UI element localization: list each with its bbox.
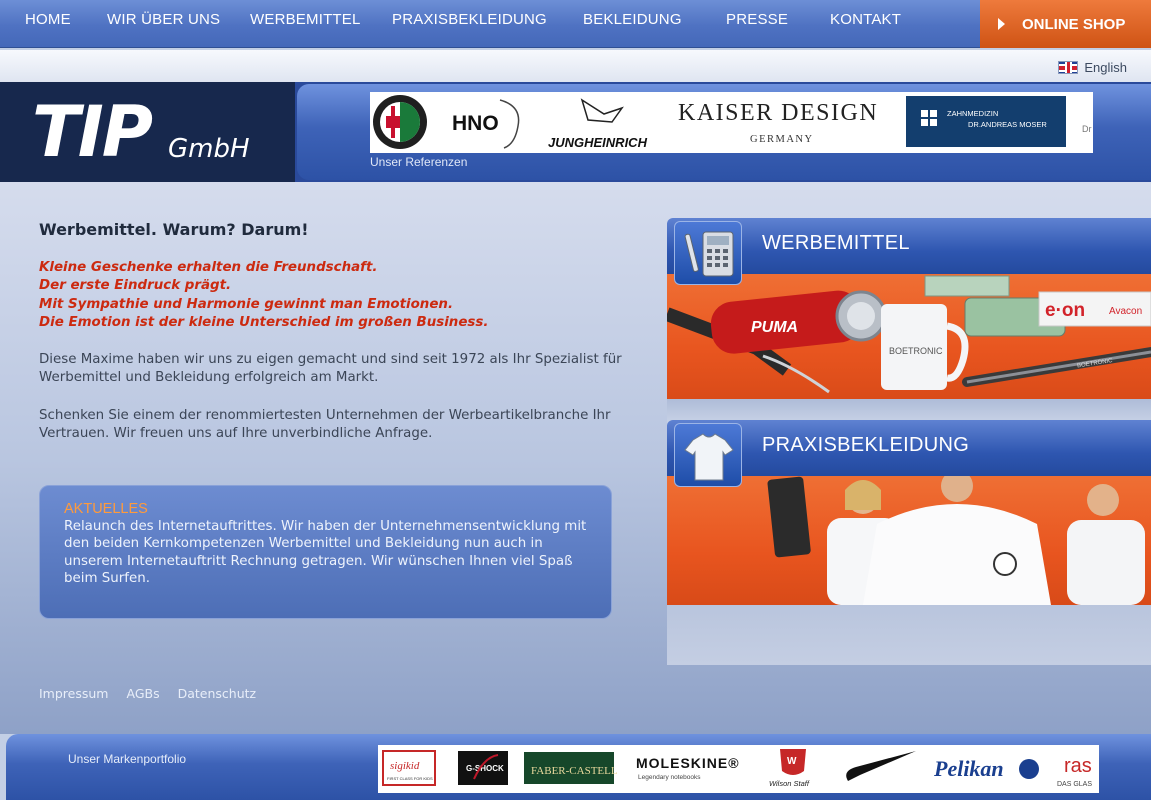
- kaiser-design-logo: KAISER DESIGN GERMANY: [678, 100, 878, 145]
- main-navigation: HOME WIR ÜBER UNS WERBEMITTEL PRAXISBEKL…: [0, 0, 1151, 48]
- maxims-block: Kleine Geschenke erhalten die Freundscha…: [39, 259, 629, 332]
- werbemittel-teaser[interactable]: WERBEMITTEL PUMA BOETRONIC e·on Avacon B…: [667, 218, 1151, 403]
- pelikan-logo[interactable]: Pelikan: [933, 756, 1039, 781]
- nav-item-praxisbekleidung[interactable]: PRAXISBEKLEIDUNG: [392, 11, 547, 28]
- praxisbekleidung-photo: [667, 470, 1151, 605]
- rastal-text: ras: [1064, 755, 1092, 777]
- kaiser-design-text: KAISER DESIGN: [678, 100, 878, 126]
- kaiser-germany-text: GERMANY: [750, 134, 814, 145]
- nike-swoosh-logo[interactable]: [846, 751, 916, 781]
- intro-paragraph: Diese Maxime haben wir uns zu eigen gema…: [39, 352, 622, 386]
- boetronic-mug-text: BOETRONIC: [889, 346, 943, 356]
- sigikid-text: sigikid: [390, 760, 420, 772]
- moleskine-sub-text: Legendary notebooks: [638, 774, 701, 781]
- main-content: Werbemittel. Warum? Darum! Kleine Gesche…: [39, 220, 629, 443]
- references-logos: HNO JUNGHEINRICH KAISER DESIGN GERMANY Z…: [373, 95, 1092, 150]
- nav-item-kontakt[interactable]: KONTAKT: [830, 11, 901, 28]
- jungheinrich-text: JUNGHEINRICH: [548, 135, 648, 150]
- online-shop-button[interactable]: ONLINE SHOP: [980, 0, 1151, 48]
- nav-item-wir-ueber-uns[interactable]: WIR ÜBER UNS: [107, 11, 220, 28]
- language-label: English: [1084, 60, 1127, 75]
- zahnmedizin-name: DR.ANDREAS MOSER: [968, 120, 1047, 129]
- tshirt-icon: [674, 423, 742, 487]
- company-logo[interactable]: TIP GmbH: [0, 82, 295, 182]
- news-title: AKTUELLES: [64, 501, 148, 517]
- moleskine-text: MOLESKINE®: [636, 755, 740, 771]
- online-shop-label: ONLINE SHOP: [1022, 15, 1126, 33]
- cut-off-logo-text: Dr: [1082, 124, 1092, 134]
- calculator-icon: [674, 221, 742, 285]
- nav-item-werbemittel[interactable]: WERBEMITTEL: [250, 11, 361, 28]
- uk-flag-icon: [1058, 61, 1079, 74]
- play-arrow-icon: [998, 18, 1005, 30]
- nav-item-bekleidung[interactable]: BEKLEIDUNG: [583, 11, 682, 28]
- hno-logo: HNO: [452, 99, 520, 149]
- gshock-logo[interactable]: G-SHOCK: [458, 751, 508, 785]
- maxim-line: Die Emotion ist der kleine Unterschied i…: [39, 314, 489, 330]
- werbemittel-photo: PUMA BOETRONIC e·on Avacon BOETRONIC: [667, 274, 1151, 403]
- page-headline: Werbemittel. Warum? Darum!: [39, 220, 309, 239]
- brand-portfolio-label: Unser Markenportfolio: [68, 752, 187, 766]
- avacon-text: Avacon: [1109, 306, 1142, 317]
- references-logo-strip: HNO JUNGHEINRICH KAISER DESIGN GERMANY Z…: [370, 92, 1093, 153]
- language-switch[interactable]: English: [1058, 60, 1127, 75]
- logo-gmbh-text: GmbH: [168, 134, 250, 164]
- references-label: Unser Referenzen: [370, 155, 468, 169]
- wilson-staff-logo[interactable]: W Wilson Staff: [769, 749, 810, 788]
- wilson-text: W: [787, 756, 797, 767]
- eon-text: e·on: [1045, 300, 1085, 321]
- sigikid-sub-text: FIRST CLASS FOR KIDS: [387, 776, 433, 781]
- sigikid-logo[interactable]: sigikid FIRST CLASS FOR KIDS: [382, 750, 436, 786]
- jungheinrich-logo: JUNGHEINRICH: [548, 98, 648, 150]
- news-text: Relaunch des Internetauftrittes. Wir hab…: [64, 519, 587, 587]
- wilson-sub-text: Wilson Staff: [769, 779, 810, 788]
- zahnmedizin-logo: ZAHNMEDIZIN DR.ANDREAS MOSER: [906, 96, 1066, 147]
- gshock-text: G-SHOCK: [466, 764, 504, 773]
- impressum-link[interactable]: Impressum: [39, 686, 108, 701]
- logo-tip-text: TIP: [32, 91, 153, 173]
- faber-castell-logo[interactable]: FABER-CASTELL: [524, 752, 618, 784]
- praxisbekleidung-teaser-title: PRAXISBEKLEIDUNG: [762, 434, 970, 456]
- werbemittel-teaser-title: WERBEMITTEL: [762, 232, 910, 254]
- hno-text: HNO: [452, 112, 499, 135]
- brand-logo-strip: sigikid FIRST CLASS FOR KIDS G-SHOCK FAB…: [378, 745, 1099, 793]
- puma-text: PUMA: [751, 319, 798, 336]
- pelikan-text: Pelikan: [933, 756, 1004, 781]
- moleskine-logo[interactable]: MOLESKINE® Legendary notebooks: [636, 755, 740, 781]
- datenschutz-link[interactable]: Datenschutz: [178, 686, 257, 701]
- request-paragraph: Schenken Sie einem der renommiertesten U…: [39, 407, 611, 442]
- footer-links: Impressum AGBs Datenschutz: [39, 686, 256, 701]
- nav-item-home[interactable]: HOME: [25, 11, 71, 28]
- news-box: AKTUELLES Relaunch des Internetauftritte…: [39, 485, 612, 619]
- alfa-romeo-logo: [373, 95, 427, 149]
- maxim-line: Der erste Eindruck prägt.: [39, 278, 232, 294]
- faber-castell-text: FABER-CASTELL: [531, 765, 618, 777]
- rastal-logo[interactable]: ras DAS GLAS: [1057, 755, 1092, 788]
- language-strip: English: [0, 50, 1151, 82]
- brand-logos: sigikid FIRST CLASS FOR KIDS G-SHOCK FAB…: [382, 749, 1092, 788]
- praxisbekleidung-teaser[interactable]: PRAXISBEKLEIDUNG: [667, 420, 1151, 605]
- maxim-line: Mit Sympathie und Harmonie gewinnt man E…: [39, 296, 454, 312]
- praxisbekleidung-reflection: [667, 605, 1151, 665]
- nav-item-presse[interactable]: PRESSE: [726, 11, 788, 28]
- zahnmedizin-text: ZAHNMEDIZIN: [947, 109, 998, 118]
- rastal-sub-text: DAS GLAS: [1057, 781, 1092, 788]
- agbs-link[interactable]: AGBs: [126, 686, 159, 701]
- maxim-line: Kleine Geschenke erhalten die Freundscha…: [39, 260, 378, 275]
